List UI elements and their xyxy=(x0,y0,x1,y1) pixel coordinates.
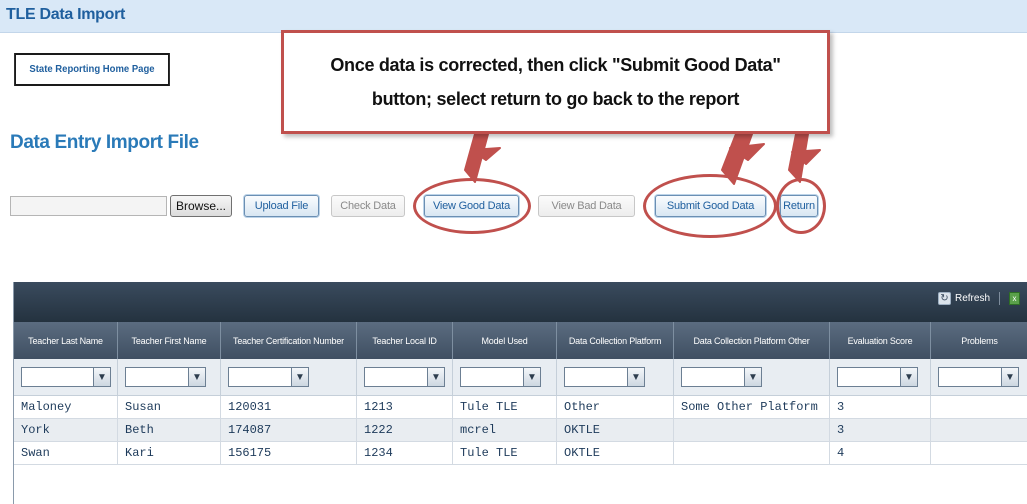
instruction-callout: Once data is corrected, then click "Subm… xyxy=(281,30,830,134)
callout-line-2: button; select return to go back to the … xyxy=(371,89,740,109)
callout-line-1: Once data is corrected, then click "Subm… xyxy=(330,55,781,75)
